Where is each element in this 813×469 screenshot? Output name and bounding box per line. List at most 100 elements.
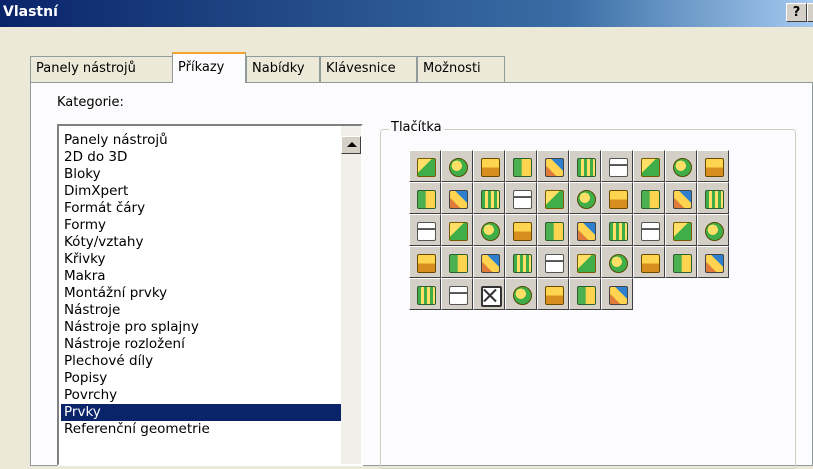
feature-sweep-icon [481,158,500,177]
feature-deform-button[interactable] [537,214,569,246]
feature-cut-sweep-icon [641,158,660,177]
category-item[interactable]: Kóty/vztahy [61,234,341,251]
feature-combine-button[interactable] [505,214,537,246]
feature-draft-button[interactable] [505,182,537,214]
feature-cut-sweep-button[interactable] [633,150,665,182]
help-button[interactable]: ? [786,3,807,22]
category-item[interactable]: Referenční geometrie [61,421,341,438]
category-item[interactable]: Prvky [61,404,341,421]
feature-fillet-button[interactable] [409,182,441,214]
category-item[interactable]: Nástroje rozložení [61,336,341,353]
category-item[interactable]: Plechové díly [61,353,341,370]
category-item[interactable]: Bloky [61,166,341,183]
feature-shell-icon [545,190,564,209]
feature-shell-button[interactable] [537,182,569,214]
tab-nabidky[interactable]: Nabídky [246,56,320,82]
feature-fill-pattern-icon [577,254,596,273]
category-item[interactable]: Nástroje [61,302,341,319]
feature-extrude-button[interactable] [409,150,441,182]
category-item[interactable]: Popisy [61,370,341,387]
feature-mirror-body-button[interactable] [633,246,665,278]
feature-cut-extrude-button[interactable] [569,150,601,182]
close-button[interactable]: × [807,3,813,22]
categories-listbox[interactable]: Panely nástrojů 2D do 3D Bloky DimXpert Form… [57,124,363,466]
feature-boundary-button[interactable] [537,150,569,182]
buttons-group-label: Tlačítka [389,120,444,135]
feature-linear-pattern-button[interactable] [409,246,441,278]
scroll-up-button[interactable] [341,136,361,154]
feature-variable-pattern-icon [609,254,628,273]
feature-sketch-pattern-button[interactable] [505,246,537,278]
feature-copy-body-button[interactable] [537,278,569,310]
feature-flex-button[interactable] [601,214,633,246]
tab-klavesnice[interactable]: Klávesnice [320,56,417,82]
feature-circular-pattern-button[interactable] [441,246,473,278]
feature-circular-pattern-icon [449,254,468,273]
feature-joint-button[interactable] [409,278,441,310]
feature-cut-revolve-button[interactable] [601,150,633,182]
category-item[interactable]: Formát čáry [61,200,341,217]
feature-loft-button[interactable] [505,150,537,182]
category-item[interactable]: Montážní prvky [61,285,341,302]
feature-cut-boundary-button[interactable] [697,150,729,182]
feature-move-body-icon [673,254,692,273]
feature-revolve-button[interactable] [441,150,473,182]
feature-cavity-button[interactable] [441,278,473,310]
feature-dome-button[interactable] [601,182,633,214]
feature-hole-wizard-button[interactable] [409,214,441,246]
feature-delete-face-button[interactable] [697,214,729,246]
feature-indent-button[interactable] [569,214,601,246]
feature-delete-body-icon [481,286,502,307]
category-item[interactable]: DimXpert [61,183,341,200]
feature-freeform-button[interactable] [441,214,473,246]
feature-chamfer-button[interactable] [441,182,473,214]
feature-sketch-pattern-icon [513,254,532,273]
feature-insert-part-button[interactable] [697,246,729,278]
feature-move-copy-icon [577,286,596,305]
category-item[interactable]: 2D do 3D [61,149,341,166]
feature-cut-extrude-icon [577,158,596,177]
feature-linear-pattern-icon [417,254,436,273]
tab-moznosti[interactable]: Možnosti [417,56,505,82]
category-item[interactable]: Křivky [61,251,341,268]
feature-pattern-button[interactable] [665,182,697,214]
category-item[interactable]: Panely nástrojů [61,132,341,149]
category-item[interactable]: Nástroje pro splajny [61,319,341,336]
feature-move-body-button[interactable] [665,246,697,278]
feature-move-face-button[interactable] [665,214,697,246]
feature-delete-body-button[interactable] [473,278,505,310]
feature-cut-loft-icon [673,158,692,177]
feature-table-pattern-button[interactable] [537,246,569,278]
feature-mirror-body-icon [641,254,660,273]
feature-hole-button[interactable] [697,182,729,214]
category-item[interactable]: Makra [61,268,341,285]
feature-sweep-button[interactable] [473,150,505,182]
feature-joint-icon [417,286,436,305]
feature-curve-pattern-button[interactable] [473,246,505,278]
feature-cavity-icon [449,286,468,305]
feature-mirror-button[interactable] [633,182,665,214]
feature-cut-boundary-icon [705,158,724,177]
feature-chamfer-icon [449,190,468,209]
tab-prikazy[interactable]: Příkazy [172,52,246,83]
tab-panely-nastroju[interactable]: Panely nástrojů [30,56,173,82]
feature-draft-icon [513,190,532,209]
feature-move-copy-button[interactable] [569,278,601,310]
window-title: Vlastní [3,4,58,20]
feature-fill-pattern-button[interactable] [569,246,601,278]
category-item[interactable]: Povrchy [61,387,341,404]
feature-cut-loft-button[interactable] [665,150,697,182]
feature-curve-driven-button[interactable] [505,278,537,310]
feature-indent-icon [577,222,596,241]
feature-wrap-button[interactable] [569,182,601,214]
categories-label: Kategorie: [57,95,124,110]
category-item[interactable]: Formy [61,217,341,234]
feature-hole-wizard-icon [417,222,436,241]
feature-split-button[interactable] [473,214,505,246]
feature-scale-button[interactable] [633,214,665,246]
feature-intersect-button[interactable] [601,278,633,310]
feature-variable-pattern-button[interactable] [601,246,633,278]
feature-boundary-icon [545,158,564,177]
scrollbar[interactable] [341,126,361,464]
feature-rib-button[interactable] [473,182,505,214]
